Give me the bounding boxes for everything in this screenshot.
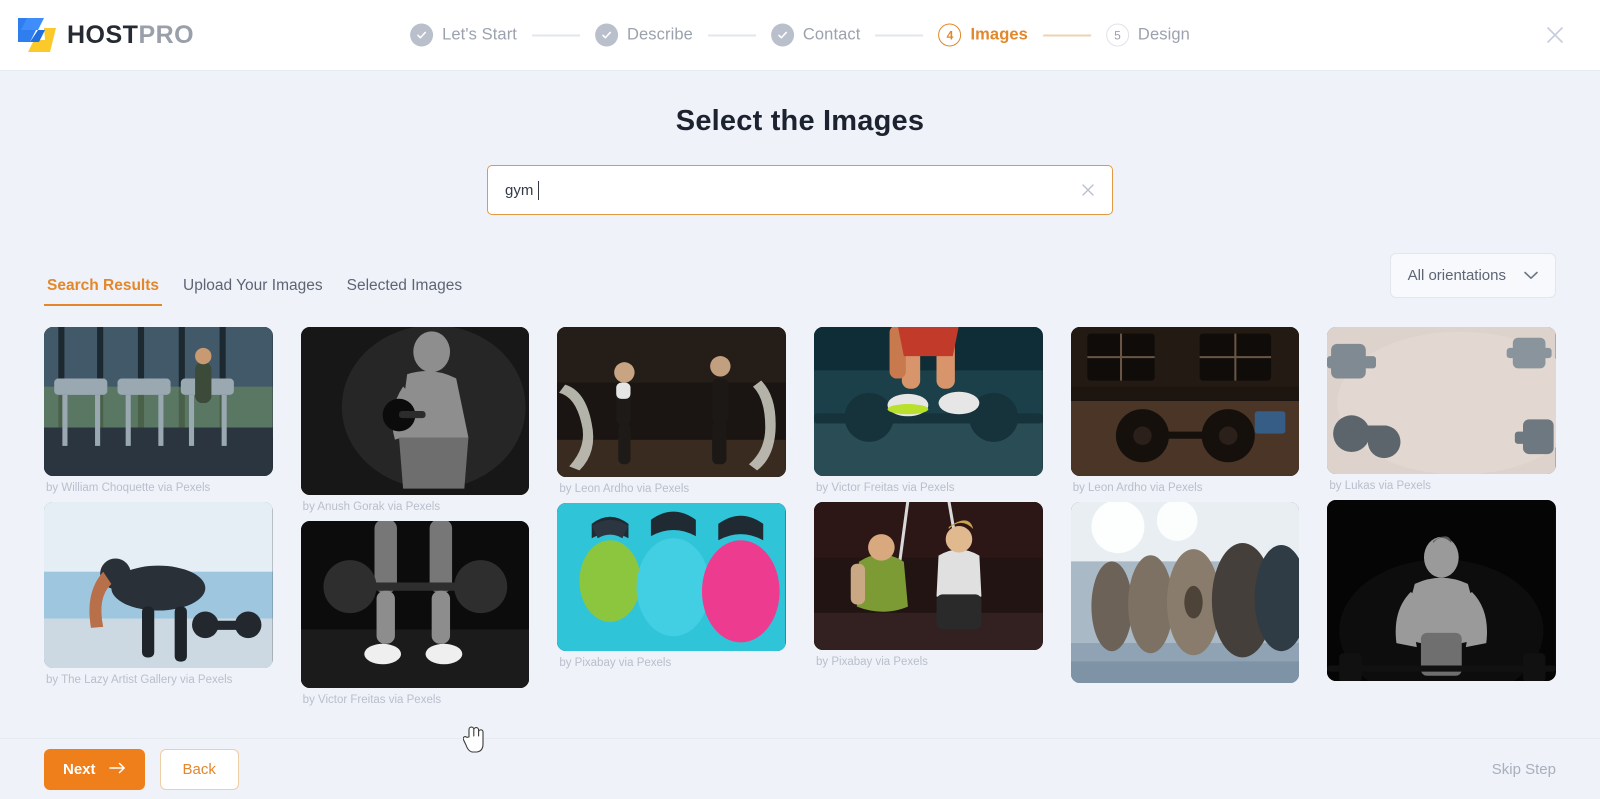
step-label: Let's Start: [442, 25, 517, 44]
image-caption: by William Choquette via Pexels: [46, 482, 211, 494]
step-describe[interactable]: Describe: [594, 23, 693, 47]
image-thumbnail[interactable]: [814, 327, 1043, 476]
step-check-icon: [770, 23, 794, 47]
wizard-stepper: Let's Start Describe Contact 4 Images 5 …: [410, 23, 1190, 47]
top-bar: HOSTPRO Let's Start Describe Contact 4 I…: [0, 0, 1600, 71]
grid-column: by Victor Freitas via Pexels by Pixabay …: [814, 327, 1043, 714]
image-card[interactable]: by Pixabay via Pexels: [557, 503, 787, 669]
image-thumbnail[interactable]: [300, 327, 530, 495]
image-card[interactable]: by Pixabay via Pexels: [814, 502, 1043, 668]
step-connector: [531, 34, 580, 36]
image-caption: by Pixabay via Pexels: [816, 656, 928, 668]
image-caption: by Anush Gorak via Pexels: [302, 501, 441, 513]
step-label: Describe: [626, 25, 693, 44]
image-card[interactable]: by Leon Ardho via Pexels: [557, 327, 787, 495]
image-card[interactable]: by William Choquette via Pexels: [44, 327, 273, 494]
image-caption: [1327, 681, 1556, 687]
grid-column: by William Choquette via Pexels by The L…: [44, 327, 273, 714]
next-button[interactable]: Next: [44, 748, 145, 790]
image-card[interactable]: by Anush Gorak via Pexels: [300, 327, 530, 513]
image-caption: by Victor Freitas via Pexels: [816, 482, 955, 494]
image-card[interactable]: by Lukas via Pexels: [1327, 327, 1557, 492]
image-caption: by Pixabay via Pexels: [559, 657, 672, 669]
search-input[interactable]: [488, 181, 1112, 199]
arrow-right-icon: [108, 761, 126, 778]
step-label: Images: [970, 25, 1028, 44]
step-contact[interactable]: Contact: [770, 23, 861, 47]
grid-column: by Leon Ardho via Pexels: [557, 327, 787, 714]
image-caption: by Leon Ardho via Pexels: [559, 483, 690, 495]
step-images[interactable]: 4 Images: [938, 23, 1028, 47]
footer-bar: Next Back Skip Step: [0, 738, 1600, 799]
image-caption: by Victor Freitas via Pexels: [302, 694, 442, 706]
chevron-down-icon: [1524, 267, 1538, 284]
image-card[interactable]: by Victor Freitas via Pexels: [814, 327, 1043, 494]
step-number: 4: [938, 23, 962, 47]
step-label: Contact: [802, 25, 861, 44]
brand-name: HOSTPRO: [67, 20, 195, 49]
step-lets-start[interactable]: Let's Start: [410, 23, 517, 47]
image-thumbnail[interactable]: [44, 327, 273, 476]
image-thumbnail[interactable]: [1327, 500, 1557, 681]
close-icon[interactable]: [1544, 24, 1566, 46]
clear-search-icon[interactable]: [1080, 182, 1096, 198]
grid-column: by Lukas via Pexels: [1327, 327, 1557, 714]
brand-name-secondary: PRO: [138, 20, 195, 49]
image-card[interactable]: by The Lazy Artist Gallery via Pexels: [44, 502, 273, 686]
image-thumbnail[interactable]: [1070, 327, 1300, 476]
image-caption: by The Lazy Artist Gallery via Pexels: [46, 674, 233, 686]
image-thumbnail[interactable]: [1327, 327, 1557, 474]
step-connector: [707, 34, 756, 36]
image-card[interactable]: [1070, 502, 1300, 689]
back-button[interactable]: Back: [159, 748, 239, 790]
grid-column: by Anush Gorak via Pexels by Victor Frei…: [300, 327, 530, 714]
orientation-value: All orientations: [1407, 267, 1506, 284]
image-card[interactable]: [1327, 500, 1557, 687]
image-card[interactable]: by Victor Freitas via Pexels: [300, 521, 530, 706]
page-title: Select the Images: [675, 105, 925, 137]
brand-logo[interactable]: HOSTPRO: [14, 14, 194, 56]
image-caption: by Leon Ardho via Pexels: [1072, 482, 1203, 494]
tab-search-results[interactable]: Search Results: [44, 277, 162, 306]
text-caret: [538, 181, 539, 200]
image-caption: by Lukas via Pexels: [1329, 480, 1431, 492]
search-row: [0, 165, 1600, 215]
search-box[interactable]: [487, 165, 1113, 215]
image-thumbnail[interactable]: [557, 503, 787, 651]
orientation-select[interactable]: All orientations: [1389, 253, 1556, 298]
image-card[interactable]: by Leon Ardho via Pexels: [1070, 327, 1300, 494]
image-thumbnail[interactable]: [1070, 502, 1300, 683]
image-results-grid: by William Choquette via Pexels by The L…: [44, 327, 1557, 714]
hostpro-logo-icon: [18, 18, 56, 52]
tab-list: Search Results Upload Your Images Select…: [44, 277, 465, 306]
tabs-row: Search Results Upload Your Images Select…: [44, 253, 1556, 306]
step-connector: [1042, 34, 1091, 36]
main-content: Select the Images Search Results Upload …: [0, 71, 1600, 799]
step-label: Design: [1137, 25, 1190, 44]
next-button-label: Next: [63, 760, 96, 778]
image-thumbnail[interactable]: [300, 521, 530, 688]
image-thumbnail[interactable]: [557, 327, 787, 477]
image-thumbnail[interactable]: [44, 502, 273, 668]
step-check-icon: [594, 23, 618, 47]
grid-column: by Leon Ardho via Pexels: [1070, 327, 1300, 714]
tab-upload-your-images[interactable]: Upload Your Images: [180, 277, 326, 306]
brand-name-primary: HOST: [67, 20, 139, 49]
step-connector: [875, 34, 924, 36]
tab-selected-images[interactable]: Selected Images: [344, 277, 465, 306]
step-check-icon: [410, 23, 434, 47]
image-caption: [1071, 683, 1300, 689]
image-thumbnail[interactable]: [814, 502, 1043, 650]
skip-step-link[interactable]: Skip Step: [1492, 761, 1556, 778]
step-design[interactable]: 5 Design: [1105, 23, 1190, 47]
step-number: 5: [1105, 23, 1129, 47]
